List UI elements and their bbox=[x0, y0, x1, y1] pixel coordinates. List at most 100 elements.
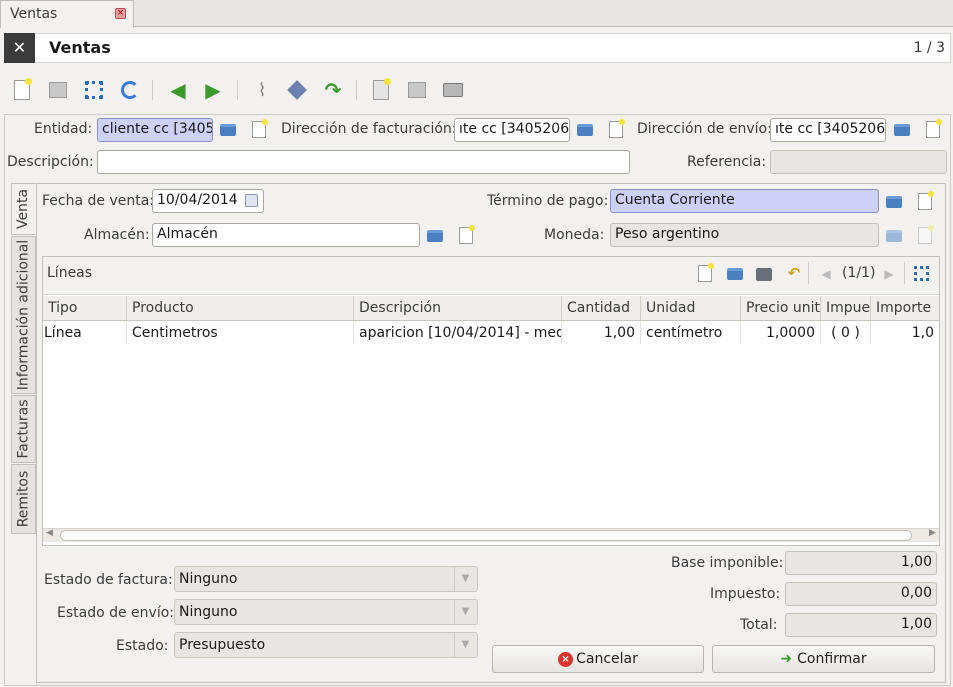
new-address-icon[interactable] bbox=[925, 118, 942, 138]
toolbar-separator bbox=[356, 80, 357, 100]
switch-view-icon[interactable] bbox=[913, 265, 929, 281]
email-icon[interactable] bbox=[404, 77, 430, 103]
tab-venta-label: Venta bbox=[15, 188, 32, 230]
estado-envio-select[interactable]: Ninguno bbox=[174, 599, 478, 625]
calendar-icon[interactable] bbox=[245, 194, 258, 207]
moneda-label: Moneda: bbox=[544, 227, 605, 243]
total-field: 1,00 bbox=[785, 613, 937, 637]
scroll-right-icon[interactable]: ▶ bbox=[929, 528, 936, 538]
tab-informacion-adicional[interactable]: Información adicional bbox=[11, 236, 36, 394]
undo-icon[interactable]: ↶ bbox=[786, 264, 802, 282]
impuesto-label: Impuesto: bbox=[710, 586, 781, 602]
new-line-icon[interactable] bbox=[697, 262, 714, 282]
cell-tipo: Línea bbox=[39, 322, 127, 344]
toolbar-separator bbox=[808, 262, 809, 284]
cancel-button[interactable]: × Cancelar bbox=[492, 645, 704, 673]
refresh-icon[interactable] bbox=[117, 77, 143, 103]
lines-pager: (1/1) bbox=[842, 265, 876, 281]
column-precio[interactable]: Precio unit bbox=[741, 296, 821, 321]
estado-select[interactable]: Presupuesto bbox=[174, 632, 478, 658]
tab-facturas-label: Facturas bbox=[15, 399, 32, 459]
facturacion-label: Dirección de facturación: bbox=[281, 121, 457, 137]
title-bar bbox=[4, 33, 951, 63]
new-currency-icon bbox=[917, 224, 934, 244]
base-label: Base imponible: bbox=[671, 555, 784, 571]
toolbar-separator bbox=[904, 262, 905, 284]
scrollbar-thumb[interactable] bbox=[60, 530, 912, 541]
scroll-left-icon[interactable]: ◀ bbox=[46, 528, 53, 538]
toolbar-separator bbox=[237, 80, 238, 100]
estado-label: Estado: bbox=[116, 638, 169, 654]
cell-impuesto: ( 0 ) bbox=[821, 322, 871, 344]
descripcion-label: Descripción: bbox=[7, 154, 94, 170]
new-address-icon[interactable] bbox=[608, 118, 625, 138]
tools-icon[interactable]: ✕ bbox=[4, 33, 35, 63]
column-producto[interactable]: Producto bbox=[127, 296, 354, 321]
expand-icon[interactable] bbox=[81, 77, 107, 103]
facturacion-field[interactable]: ıte cc [34052060] bbox=[454, 118, 570, 142]
estado-envio-label: Estado de envío: bbox=[57, 605, 175, 621]
folder-icon[interactable] bbox=[886, 194, 902, 210]
lines-header bbox=[43, 257, 939, 295]
new-icon[interactable] bbox=[9, 77, 35, 103]
confirm-label: Confirmar bbox=[797, 651, 867, 667]
tab-label: Ventas bbox=[10, 6, 58, 22]
cell-producto: Centimetros bbox=[127, 322, 354, 344]
fecha-value: 10/04/2014 bbox=[157, 192, 238, 208]
cell-cantidad: 1,00 bbox=[562, 322, 641, 344]
cancel-icon: × bbox=[558, 651, 574, 667]
new-term-icon[interactable] bbox=[917, 190, 934, 210]
next-line-icon[interactable]: ▶ bbox=[881, 266, 897, 282]
confirm-icon: ➜ bbox=[780, 651, 793, 667]
fecha-label: Fecha de venta: bbox=[42, 193, 155, 209]
folder-icon[interactable] bbox=[427, 228, 443, 244]
column-importe[interactable]: Importe bbox=[871, 296, 939, 321]
report-icon[interactable] bbox=[368, 77, 394, 103]
almacen-field[interactable]: Almacén bbox=[152, 223, 420, 247]
almacen-label: Almacén: bbox=[84, 227, 150, 243]
folder-icon[interactable] bbox=[894, 122, 910, 138]
confirm-button[interactable]: ➜ Confirmar bbox=[712, 645, 935, 673]
impuesto-field: 0,00 bbox=[785, 582, 937, 606]
lines-title: Líneas bbox=[47, 265, 93, 281]
termino-field[interactable]: Cuenta Corriente bbox=[610, 189, 879, 213]
action-icon[interactable]: ↷ bbox=[320, 77, 346, 103]
estado-factura-select[interactable]: Ninguno bbox=[174, 566, 478, 592]
moneda-field[interactable]: Peso argentino bbox=[610, 223, 879, 247]
note-icon[interactable] bbox=[284, 77, 310, 103]
previous-icon[interactable]: ◀ bbox=[165, 77, 191, 103]
column-impuesto[interactable]: Impue bbox=[821, 296, 871, 321]
close-icon[interactable]: × bbox=[115, 8, 126, 19]
cell-importe: 1,0 bbox=[911, 325, 934, 341]
attach-icon[interactable]: ⌇ bbox=[249, 77, 275, 103]
delete-line-icon[interactable] bbox=[756, 266, 772, 282]
envio-label: Dirección de envío: bbox=[637, 121, 772, 137]
folder-icon[interactable] bbox=[727, 266, 743, 282]
folder-icon[interactable] bbox=[220, 122, 236, 138]
tab-venta[interactable]: Venta bbox=[11, 183, 36, 235]
tab-facturas[interactable]: Facturas bbox=[11, 395, 36, 463]
folder-icon[interactable] bbox=[577, 122, 593, 138]
column-unidad[interactable]: Unidad bbox=[641, 296, 741, 321]
next-icon[interactable]: ▶ bbox=[200, 77, 226, 103]
cell-precio: 1,0000 bbox=[741, 322, 821, 344]
envio-field[interactable]: ıte cc [34052060] bbox=[770, 118, 886, 142]
chevron-down-icon[interactable]: ▼ bbox=[454, 633, 476, 657]
descripcion-field[interactable] bbox=[97, 150, 630, 174]
new-entity-icon[interactable] bbox=[251, 118, 268, 138]
column-cantidad[interactable]: Cantidad bbox=[562, 296, 641, 321]
chevron-down-icon[interactable]: ▼ bbox=[454, 600, 476, 624]
print-icon[interactable] bbox=[440, 77, 466, 103]
tab-ventas[interactable]: Ventas × bbox=[0, 0, 134, 28]
new-warehouse-icon[interactable] bbox=[458, 224, 475, 244]
entidad-field[interactable]: cliente cc [34052 bbox=[97, 118, 213, 142]
referencia-field[interactable] bbox=[770, 150, 947, 174]
chevron-down-icon[interactable]: ▼ bbox=[454, 567, 476, 591]
tab-informacion-label: Información adicional bbox=[15, 239, 32, 391]
column-tipo[interactable]: Tipo bbox=[43, 296, 127, 321]
save-icon[interactable] bbox=[45, 77, 71, 103]
previous-line-icon[interactable]: ◀ bbox=[818, 266, 834, 282]
tab-remitos[interactable]: Remitos bbox=[11, 464, 36, 534]
tab-strip bbox=[0, 0, 953, 27]
column-descripcion[interactable]: Descripción bbox=[354, 296, 562, 321]
